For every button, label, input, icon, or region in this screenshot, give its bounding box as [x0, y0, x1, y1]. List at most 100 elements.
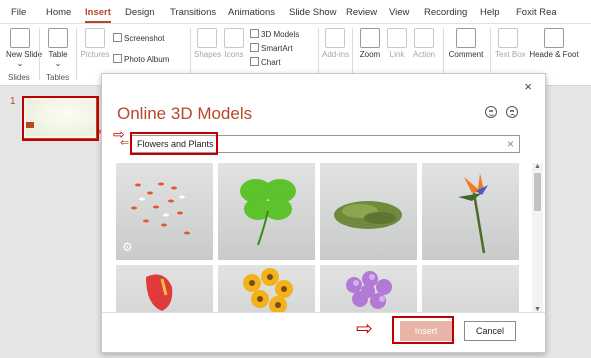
- slide-number: 1: [10, 96, 16, 107]
- tab-slide-show[interactable]: Slide Show: [289, 7, 337, 18]
- ribbon-divider: [76, 28, 77, 80]
- anthurium-icon: [146, 274, 173, 311]
- 3d-models-label: 3D Models: [261, 30, 300, 39]
- smartart-button[interactable]: SmartArt: [250, 43, 293, 53]
- tab-view[interactable]: View: [389, 7, 409, 18]
- screenshot-label: Screenshot: [124, 34, 165, 43]
- textbox-icon: [498, 28, 518, 48]
- addins-button[interactable]: Add-ins: [322, 28, 350, 59]
- model-grid: ⚙: [116, 163, 532, 313]
- cube-icon: [250, 29, 259, 38]
- header-footer-button[interactable]: Heade & Foot: [524, 28, 584, 59]
- smartart-label: SmartArt: [261, 44, 293, 53]
- clover-icon: [240, 179, 296, 246]
- new-slide-icon: [10, 28, 30, 48]
- tab-insert[interactable]: Insert: [85, 7, 111, 23]
- chart-button[interactable]: Chart: [250, 57, 281, 67]
- link-label: Link: [389, 50, 405, 59]
- tab-home[interactable]: Home: [46, 7, 71, 18]
- ribbon-divider: [39, 28, 40, 80]
- annotation-box-insert: [392, 316, 454, 344]
- scroll-up-icon[interactable]: ▲: [534, 163, 541, 170]
- photo-album-icon: [113, 54, 122, 63]
- new-slide-label: New Slide: [6, 50, 43, 59]
- model-tile-empty[interactable]: [422, 265, 519, 313]
- annotation-box-search: [130, 132, 218, 155]
- smile-icon[interactable]: [485, 106, 497, 118]
- chart-icon: [250, 57, 259, 66]
- action-label: Action: [412, 50, 436, 59]
- svg-text:⚙: ⚙: [122, 240, 133, 254]
- dialog-title: Online 3D Models: [117, 104, 253, 123]
- shapes-icon: [197, 28, 217, 48]
- tab-file[interactable]: File: [11, 7, 26, 18]
- icons-button[interactable]: Icons: [223, 28, 245, 59]
- sunflowers-icon: [243, 268, 293, 313]
- model-tile-sunflowers[interactable]: [218, 265, 315, 313]
- tab-transitions[interactable]: Transitions: [170, 7, 216, 18]
- model-tile-moss[interactable]: [320, 163, 417, 260]
- bird-of-paradise-icon: [458, 173, 488, 254]
- photo-album-label: Photo Album: [124, 55, 170, 64]
- icons-label: Icons: [224, 50, 244, 59]
- clear-search-icon[interactable]: ×: [507, 137, 514, 151]
- header-footer-label: Heade & Foot: [529, 50, 579, 59]
- online-3d-models-dialog: × Online 3D Models ⇐ Flowers and Plants …: [101, 73, 546, 353]
- moss-icon: [334, 201, 402, 229]
- ribbon-tab-bar: File Home Insert Design Transitions Anim…: [0, 0, 591, 24]
- table-caret: ⌄: [54, 59, 62, 68]
- new-slide-button[interactable]: New Slide ⌄: [6, 28, 42, 68]
- model-tile-anthurium[interactable]: [116, 265, 213, 313]
- addins-icon: [325, 28, 345, 48]
- close-icon[interactable]: ×: [524, 79, 532, 94]
- model-tile-lilac-flowers[interactable]: [320, 265, 417, 313]
- tab-recording[interactable]: Recording: [424, 7, 467, 18]
- lilac-flowers-icon: [346, 271, 392, 309]
- new-slide-caret: ⌄: [16, 59, 24, 68]
- shapes-button[interactable]: Shapes: [194, 28, 222, 59]
- chart-label: Chart: [261, 58, 281, 67]
- action-button[interactable]: Action: [410, 28, 438, 59]
- model-tile-petals[interactable]: ⚙: [116, 163, 213, 260]
- zoom-button[interactable]: Zoom: [357, 28, 383, 59]
- zoom-icon: [360, 28, 380, 48]
- pictures-button[interactable]: Pictures: [80, 28, 110, 59]
- comment-button[interactable]: Comment: [447, 28, 485, 59]
- dialog-footer-divider: [102, 312, 545, 313]
- tables-group-label: Tables: [46, 73, 70, 82]
- 3d-models-button[interactable]: 3D Models: [250, 29, 299, 39]
- comment-label: Comment: [448, 50, 484, 59]
- screenshot-button[interactable]: Screenshot: [113, 33, 164, 43]
- table-icon: [48, 28, 68, 48]
- textbox-button[interactable]: Text Box: [495, 28, 526, 59]
- textbox-label: Text Box: [495, 50, 526, 59]
- link-button[interactable]: Link: [386, 28, 408, 59]
- photo-album-button[interactable]: Photo Album: [113, 54, 169, 64]
- smartart-icon: [250, 43, 259, 52]
- tab-animations[interactable]: Animations: [228, 7, 275, 18]
- addins-label: Add-ins: [322, 50, 350, 59]
- icons-icon: [224, 28, 244, 48]
- pictures-label: Pictures: [80, 50, 110, 59]
- table-label: Table: [48, 50, 68, 59]
- petals-icon: ⚙: [122, 182, 190, 254]
- annotation-arrow-icon: ⇨: [113, 126, 125, 142]
- model-tile-bird-of-paradise[interactable]: [422, 163, 519, 260]
- frown-icon[interactable]: [506, 106, 518, 118]
- annotation-box-thumbnail: [22, 96, 99, 141]
- cancel-button[interactable]: Cancel: [464, 321, 516, 341]
- grid-scrollbar[interactable]: ▲ ▼: [532, 163, 543, 313]
- header-footer-icon: [544, 28, 564, 48]
- tab-design[interactable]: Design: [125, 7, 155, 18]
- comment-icon: [456, 28, 476, 48]
- pictures-icon: [85, 28, 105, 48]
- scrollbar-thumb[interactable]: [534, 173, 541, 211]
- shapes-label: Shapes: [194, 50, 222, 59]
- zoom-label: Zoom: [359, 50, 381, 59]
- model-tile-clover[interactable]: [218, 163, 315, 260]
- action-icon: [414, 28, 434, 48]
- tab-help[interactable]: Help: [480, 7, 500, 18]
- tab-review[interactable]: Review: [346, 7, 377, 18]
- tab-foxit[interactable]: Foxit Rea: [516, 7, 557, 18]
- table-button[interactable]: Table ⌄: [45, 28, 71, 68]
